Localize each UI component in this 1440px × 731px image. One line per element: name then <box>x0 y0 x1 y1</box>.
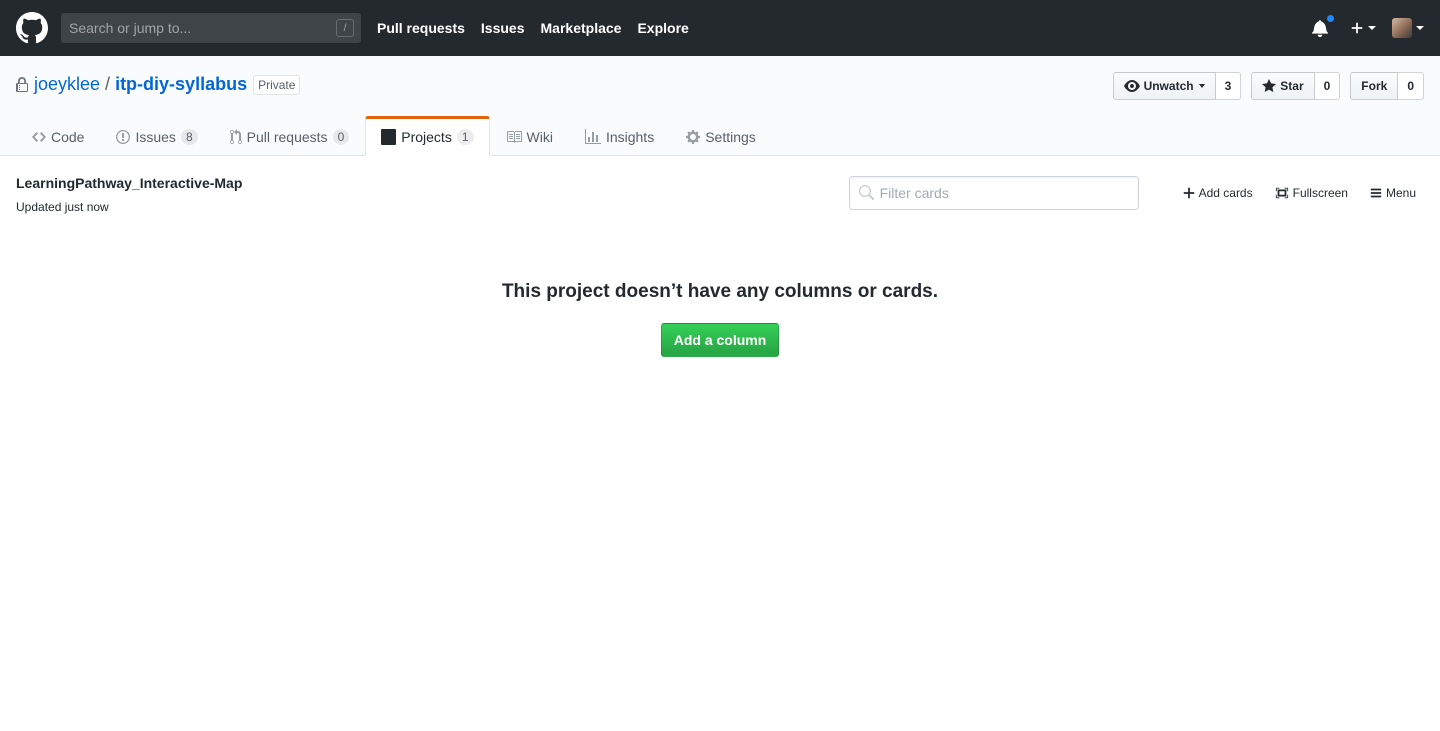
unwatch-label: Unwatch <box>1143 79 1194 93</box>
bell-icon <box>1312 20 1328 37</box>
project-title[interactable]: LearningPathway_Interactive-Map <box>16 175 242 191</box>
tab-label: Pull requests <box>246 129 328 145</box>
chevron-down-icon <box>1198 84 1205 88</box>
repo-owner-link[interactable]: joeyklee <box>34 74 100 95</box>
header-user-actions <box>1312 0 1424 56</box>
fullscreen-icon <box>1275 187 1288 199</box>
graph-icon <box>584 129 601 144</box>
fork-button[interactable]: Fork <box>1350 72 1399 100</box>
tab-label: Projects <box>401 129 452 145</box>
star-button[interactable]: Star <box>1251 72 1315 100</box>
tab-projects[interactable]: Projects 1 <box>365 116 490 156</box>
search-input[interactable] <box>69 20 329 36</box>
tab-code[interactable]: Code <box>16 116 100 156</box>
global-search: / <box>61 13 361 43</box>
github-logo-icon[interactable] <box>16 12 48 44</box>
issue-icon <box>116 130 131 144</box>
filter-cards-input[interactable] <box>879 185 1130 201</box>
private-badge: Private <box>253 74 301 95</box>
tab-label: Issues <box>135 129 176 145</box>
tab-wiki[interactable]: Wiki <box>490 116 569 156</box>
add-cards-label: Add cards <box>1198 186 1253 200</box>
project-updated-time: Updated just now <box>16 200 109 214</box>
repo-name-link[interactable]: itp-diy-syllabus <box>115 74 247 95</box>
code-icon <box>32 132 46 142</box>
path-divider: / <box>105 74 111 94</box>
chevron-down-icon <box>1368 26 1376 30</box>
nav-link-explore[interactable]: Explore <box>637 20 688 36</box>
fork-label: Fork <box>1361 79 1388 93</box>
forks-count[interactable]: 0 <box>1398 72 1424 100</box>
tab-label: Code <box>51 129 85 145</box>
pull-requests-counter: 0 <box>332 129 350 145</box>
notifications-button[interactable] <box>1312 14 1335 37</box>
menu-button[interactable]: Menu <box>1370 186 1416 200</box>
star-icon <box>1262 79 1277 92</box>
tab-insights[interactable]: Insights <box>569 116 670 156</box>
tab-label: Settings <box>705 129 756 145</box>
project-icon <box>381 129 397 145</box>
user-menu-dropdown[interactable] <box>1392 18 1424 38</box>
search-shortcut-key: / <box>336 19 354 37</box>
empty-state-message: This project doesn’t have any columns or… <box>501 281 939 302</box>
fullscreen-button[interactable]: Fullscreen <box>1275 186 1348 200</box>
nav-link-pull-requests[interactable]: Pull requests <box>377 20 465 36</box>
unread-notification-indicator <box>1326 14 1335 23</box>
global-header: / Pull requests Issues Marketplace Explo… <box>0 0 1440 56</box>
repo-actions: Unwatch 3 Star 0 Fork 0 <box>1103 72 1424 100</box>
plus-icon <box>1183 187 1194 199</box>
repo-header: joeyklee / itp-diy-syllabus Private Unwa… <box>0 56 1440 156</box>
chevron-down-icon <box>1416 26 1424 30</box>
repo-nav: Code Issues 8 Pull requests 0 Projects 1… <box>16 116 772 156</box>
filter-cards-box <box>848 176 1139 210</box>
add-column-button[interactable]: Add a column <box>660 323 780 357</box>
project-header: LearningPathway_Interactive-Map Updated … <box>0 156 1440 236</box>
add-cards-button[interactable]: Add cards <box>1183 186 1253 200</box>
global-nav: Pull requests Issues Marketplace Explore <box>377 20 705 36</box>
fullscreen-label: Fullscreen <box>1292 186 1348 200</box>
star-group: Star 0 <box>1251 72 1341 100</box>
tab-issues[interactable]: Issues 8 <box>100 116 213 156</box>
create-new-dropdown[interactable] <box>1350 21 1376 35</box>
avatar <box>1392 18 1412 38</box>
star-label: Star <box>1280 79 1304 93</box>
nav-link-issues[interactable]: Issues <box>481 20 525 36</box>
unwatch-button[interactable]: Unwatch <box>1112 72 1216 100</box>
issues-counter: 8 <box>180 129 198 145</box>
book-icon <box>506 131 522 143</box>
search-icon <box>858 185 874 200</box>
watchers-count[interactable]: 3 <box>1215 72 1242 100</box>
tab-label: Wiki <box>526 129 553 145</box>
tab-pull-requests[interactable]: Pull requests 0 <box>214 116 366 156</box>
stargazers-count[interactable]: 0 <box>1314 72 1341 100</box>
projects-counter: 1 <box>456 129 474 145</box>
empty-project-state: This project doesn’t have any columns or… <box>0 281 1440 357</box>
gear-icon <box>686 130 701 144</box>
tab-label: Insights <box>605 129 655 145</box>
plus-icon <box>1351 22 1363 34</box>
menu-label: Menu <box>1385 186 1416 200</box>
repo-title: joeyklee / itp-diy-syllabus Private <box>16 74 301 95</box>
tab-settings[interactable]: Settings <box>670 116 772 156</box>
lock-icon <box>16 76 28 92</box>
watch-group: Unwatch 3 <box>1112 72 1242 100</box>
pull-request-icon <box>229 129 242 144</box>
fork-group: Fork 0 <box>1350 72 1424 100</box>
eye-icon <box>1123 80 1140 92</box>
nav-link-marketplace[interactable]: Marketplace <box>541 20 622 36</box>
project-toolbar: Add cards Fullscreen Menu <box>848 176 1416 210</box>
hamburger-icon <box>1370 188 1382 198</box>
